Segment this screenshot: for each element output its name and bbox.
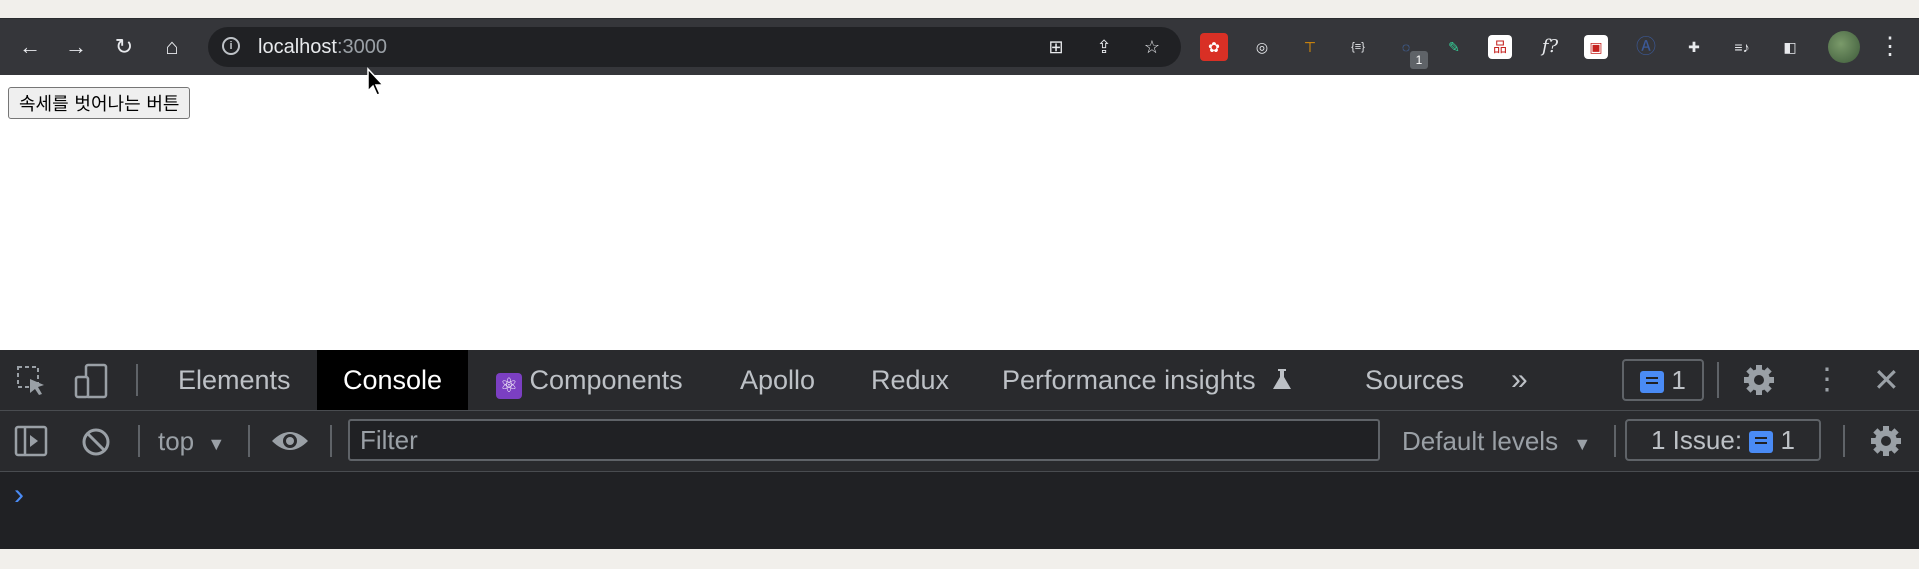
divider	[138, 425, 140, 457]
tab-components[interactable]: ⚛ Components	[496, 350, 683, 410]
escape-world-button[interactable]: 속세를 벗어나는 버튼	[8, 87, 191, 119]
divider	[1717, 362, 1719, 398]
show-sidebar-icon[interactable]	[14, 425, 48, 457]
tab-redux[interactable]: Redux	[871, 350, 949, 410]
orange-extension-icon[interactable]: ⊤	[1296, 33, 1324, 61]
issue-chat-icon	[1640, 371, 1665, 394]
share-icon[interactable]: ⇪	[1092, 35, 1116, 59]
bookmark-star-icon[interactable]: ☆	[1140, 35, 1164, 59]
issue-label: 1 Issue:	[1651, 425, 1743, 455]
tab-elements[interactable]: Elements	[178, 350, 291, 410]
issue-count: 1	[1780, 425, 1795, 455]
dropdown-arrow-icon: ▼	[1573, 434, 1592, 454]
target-extension-icon[interactable]: ◎	[1248, 33, 1276, 61]
red-extension-icon[interactable]: ✿	[1200, 33, 1228, 61]
divider	[1614, 425, 1616, 457]
tab-sources[interactable]: Sources	[1365, 350, 1464, 410]
url-port: :3000	[336, 36, 387, 58]
translate-icon[interactable]: ⊞	[1044, 35, 1068, 59]
console-prompt[interactable]: ›	[14, 478, 24, 512]
tab-console[interactable]: Console	[317, 350, 469, 410]
highlighter-extension-icon[interactable]: ✎	[1440, 33, 1468, 61]
reload-button[interactable]: ↻	[110, 33, 138, 61]
devtools-menu-kebab-icon[interactable]: ⋮	[1812, 360, 1842, 400]
divider	[330, 425, 332, 457]
devtools-tab-bar: Elements Console ⚛ Components Apollo Red…	[0, 350, 1919, 411]
experiment-flask-icon	[1273, 369, 1292, 389]
log-levels-dropdown[interactable]: Default levels ▼	[1402, 411, 1591, 471]
extension-badge: 1	[1410, 51, 1428, 69]
devtools-panel: Elements Console ⚛ Components Apollo Red…	[0, 350, 1919, 549]
clear-console-icon[interactable]	[80, 426, 112, 458]
divider	[1843, 425, 1845, 457]
page-viewport: 속세를 벗어나는 버튼	[0, 75, 1919, 350]
divider	[248, 425, 250, 457]
console-settings-gear-icon[interactable]	[1870, 425, 1902, 457]
tab-performance-insights-label: Performance insights	[1002, 365, 1256, 395]
menu-kebab-icon[interactable]: ⋮	[1876, 33, 1904, 61]
context-label: top	[158, 426, 195, 456]
inspect-element-icon[interactable]	[16, 365, 48, 397]
filter-input[interactable]	[350, 421, 1378, 459]
settings-gear-icon[interactable]	[1743, 364, 1775, 396]
forward-button[interactable]: →	[62, 33, 90, 61]
dropdown-arrow-icon: ▼	[207, 434, 226, 454]
address-bar[interactable]: i localhost:3000 ⊞ ⇪ ☆	[208, 27, 1181, 67]
tab-components-label: Components	[529, 365, 683, 395]
side-panel-icon[interactable]: ◧	[1776, 33, 1804, 61]
function-extension-icon[interactable]: f?	[1536, 33, 1564, 61]
url-host: localhost	[258, 36, 337, 58]
context-selector[interactable]: top ▼	[158, 411, 225, 471]
site-info-icon[interactable]: i	[222, 37, 240, 55]
sitemap-extension-icon[interactable]: 品	[1488, 35, 1512, 59]
device-toolbar-icon[interactable]	[74, 363, 110, 399]
mouse-cursor-icon	[367, 67, 385, 96]
media-control-icon[interactable]: ≡♪	[1728, 33, 1756, 61]
browser-toolbar: ← → ↻ ⌂ i localhost:3000 ⊞ ⇪ ☆ ⋮ ✿ ◎ ⊤ {≡} ◌…	[0, 18, 1919, 75]
back-button[interactable]: ←	[16, 33, 44, 61]
puzzle-extensions-icon[interactable]: ✚	[1680, 33, 1708, 61]
issues-count: 1	[1671, 365, 1686, 395]
log-levels-label: Default levels	[1402, 426, 1559, 456]
live-expression-eye-icon[interactable]	[270, 427, 310, 455]
react-icon: ⚛	[496, 373, 522, 399]
home-button[interactable]: ⌂	[158, 33, 186, 61]
json-extension-icon[interactable]: {≡}	[1344, 33, 1372, 61]
issues-counter-button[interactable]: 1	[1622, 359, 1704, 401]
close-devtools-icon[interactable]: ✕	[1873, 360, 1900, 400]
profile-avatar[interactable]	[1828, 31, 1860, 63]
more-tabs-button[interactable]: »	[1511, 350, 1528, 410]
divider	[136, 364, 138, 396]
issue-chat-icon	[1749, 431, 1774, 454]
console-toolbar: top ▼ Default levels ▼ 1 Issue: 1	[0, 411, 1919, 472]
tab-performance-insights[interactable]: Performance insights	[1002, 350, 1293, 410]
issues-button[interactable]: 1 Issue: 1	[1625, 419, 1821, 461]
filter-field[interactable]	[348, 419, 1380, 461]
url-text[interactable]: localhost:3000	[258, 36, 387, 59]
white-square-extension-icon[interactable]: ▣	[1584, 35, 1608, 59]
a-circle-extension-icon[interactable]: Ⓐ	[1632, 33, 1660, 61]
tab-apollo[interactable]: Apollo	[740, 350, 815, 410]
